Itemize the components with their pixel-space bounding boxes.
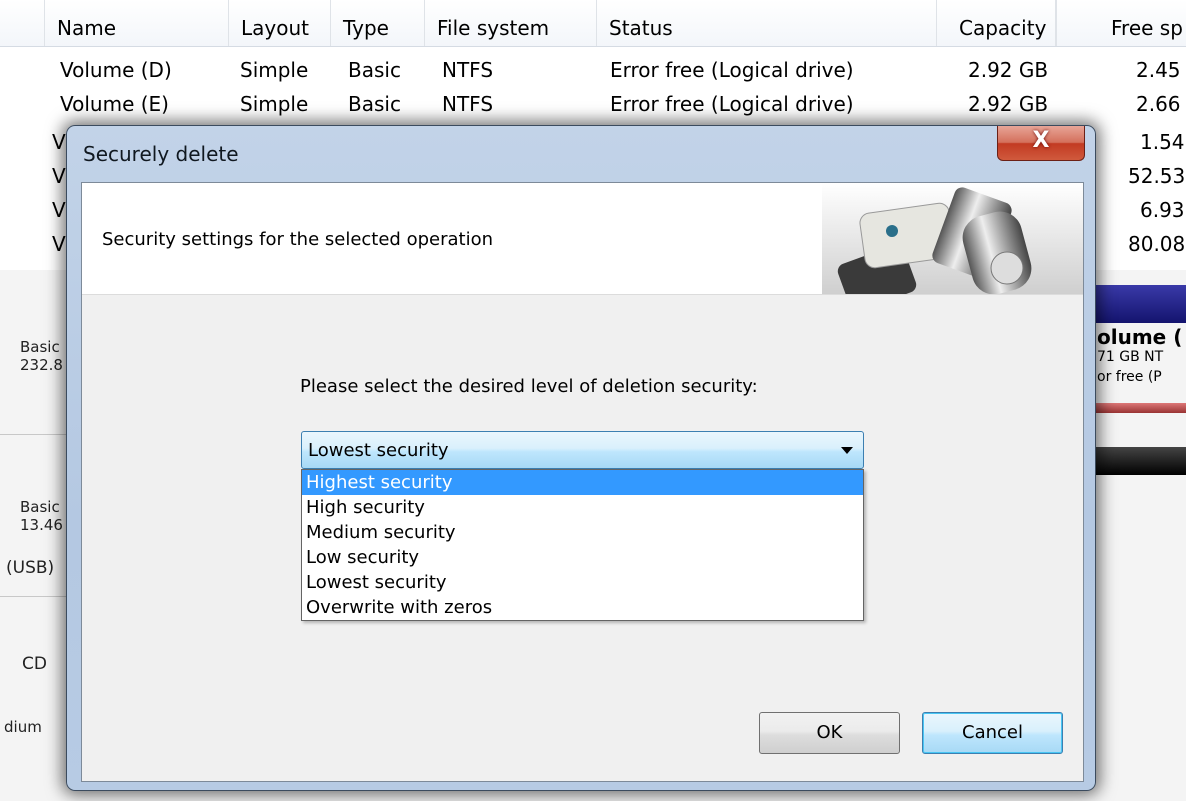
option-highest-security[interactable]: Highest security — [302, 470, 863, 495]
column-header-layout[interactable]: Layout — [228, 0, 330, 46]
volume-free-space: 6.93 — [1140, 198, 1185, 222]
disk0-size: 232.8 — [20, 356, 63, 374]
volume-type: Basic — [348, 92, 401, 116]
column-header-free-space[interactable]: Free sp — [1056, 0, 1186, 46]
option-overwrite-with-zeros[interactable]: Overwrite with zeros — [302, 595, 863, 620]
column-header-name[interactable]: Name — [44, 0, 228, 46]
volume-free-space: 2.45 — [1136, 58, 1181, 82]
security-level-dropdown: Highest security High security Medium se… — [301, 469, 864, 621]
volume-layout: Simple — [240, 92, 309, 116]
column-header-file-system[interactable]: File system — [424, 0, 596, 46]
dialog-banner: Security settings for the selected opera… — [82, 183, 1083, 295]
volume-name: Volume (E) — [60, 92, 169, 116]
dialog-client-area: Security settings for the selected opera… — [81, 182, 1084, 782]
volume-name: V — [52, 164, 66, 188]
column-header-capacity[interactable]: Capacity — [936, 0, 1056, 46]
disk1-bus: (USB) — [6, 558, 55, 578]
security-level-value: Lowest security — [308, 440, 449, 461]
volume-type: Basic — [348, 58, 401, 82]
option-medium-security[interactable]: Medium security — [302, 520, 863, 545]
column-header-status[interactable]: Status — [596, 0, 936, 46]
ok-button[interactable]: OK — [759, 712, 900, 754]
volume-bar-black — [1085, 447, 1186, 475]
volume-layout: Simple — [240, 58, 309, 82]
right-volume-block[interactable]: olume ( 71 GB NT or free (P — [1085, 285, 1186, 425]
option-low-security[interactable]: Low security — [302, 545, 863, 570]
cd-medium-label: dium — [4, 718, 42, 736]
volume-bar-blue — [1085, 285, 1186, 323]
volume-file-system: NTFS — [442, 58, 494, 82]
volume-name: Volume (D) — [60, 58, 172, 82]
shredder-illustration-icon — [822, 183, 1083, 294]
volume-capacity: 2.92 GB — [968, 58, 1049, 82]
security-level-select[interactable]: Lowest security — [301, 431, 864, 469]
cd-drive-label: CD — [22, 654, 47, 674]
disk1-type: Basic — [20, 498, 60, 516]
volume-name: V — [52, 232, 66, 256]
right-volume-status: or free (P — [1097, 369, 1162, 385]
volume-file-system: NTFS — [442, 92, 494, 116]
table-row[interactable]: Volume (D) Simple Basic NTFS Error free … — [0, 58, 1186, 88]
column-header-type[interactable]: Type — [330, 0, 424, 46]
disk1-size: 13.46 — [20, 516, 63, 534]
volume-status: Error free (Logical drive) — [610, 92, 854, 116]
volume-free-space: 1.54 — [1140, 130, 1185, 154]
right-volume-name: olume ( — [1097, 325, 1183, 349]
cancel-button[interactable]: Cancel — [922, 712, 1063, 754]
volume-capacity: 2.92 GB — [968, 92, 1049, 116]
volume-name: V — [52, 198, 66, 222]
table-row[interactable]: Volume (E) Simple Basic NTFS Error free … — [0, 92, 1186, 122]
volume-name: V — [52, 130, 66, 154]
option-high-security[interactable]: High security — [302, 495, 863, 520]
volume-bar-red — [1085, 403, 1186, 413]
option-lowest-security[interactable]: Lowest security — [302, 570, 863, 595]
dialog-title: Securely delete — [83, 142, 239, 166]
volume-free-space: 2.66 — [1136, 92, 1181, 116]
banner-text: Security settings for the selected opera… — [102, 229, 493, 250]
volume-table-header: Name Layout Type File system Status Capa… — [0, 0, 1186, 47]
volume-free-space: 80.08 — [1128, 232, 1186, 256]
right-volume-size: 71 GB NT — [1097, 349, 1164, 365]
volume-free-space: 52.53 — [1128, 164, 1186, 188]
securely-delete-dialog: Securely delete X Security settings for … — [66, 125, 1096, 791]
security-level-prompt: Please select the desired level of delet… — [300, 376, 758, 397]
close-button[interactable]: X — [997, 126, 1085, 161]
chevron-down-icon[interactable] — [841, 447, 853, 454]
disk0-type: Basic — [20, 338, 60, 356]
volume-status: Error free (Logical drive) — [610, 58, 854, 82]
